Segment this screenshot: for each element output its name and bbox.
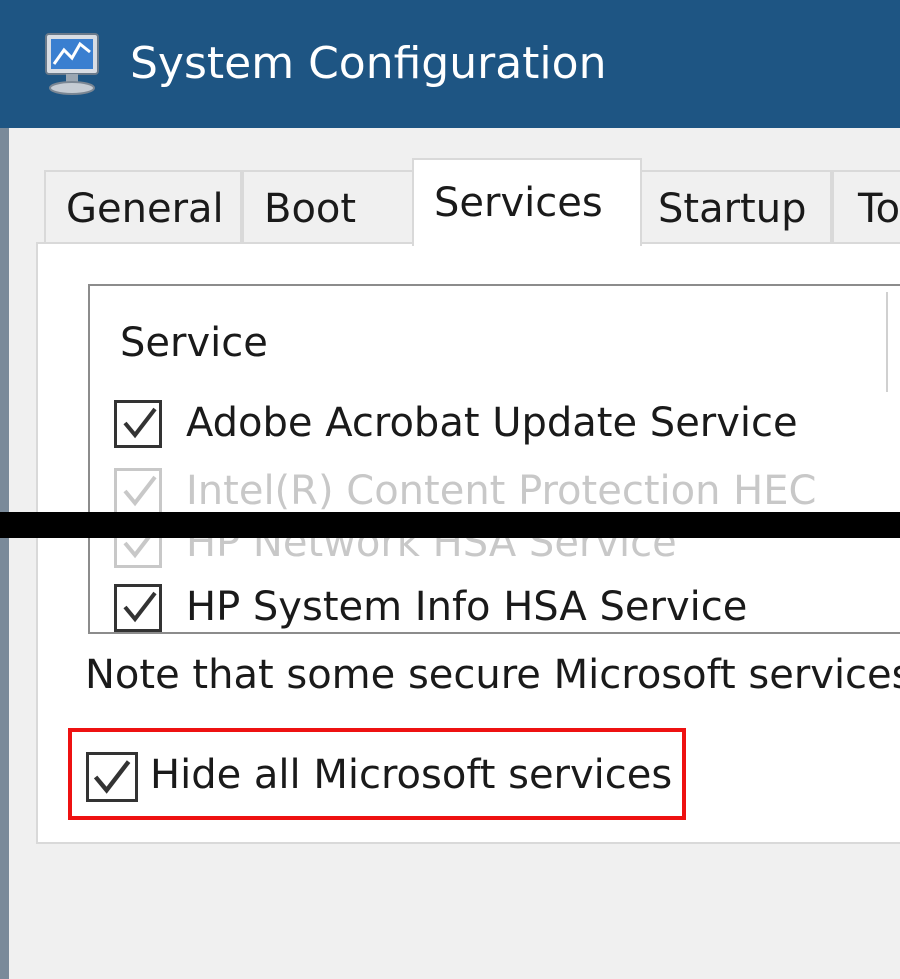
title-bar[interactable]: System Configuration xyxy=(0,0,900,128)
window-left-edge xyxy=(0,0,9,979)
tab-services-label: Services xyxy=(434,180,603,226)
service-row[interactable]: HP System Info HSA Service xyxy=(114,584,894,632)
window-title: System Configuration xyxy=(130,38,607,89)
system-config-monitor-icon xyxy=(40,28,104,98)
tab-general[interactable]: General xyxy=(44,170,242,242)
service-name: Intel(R) Content Protection HEC xyxy=(186,468,817,514)
service-name: Adobe Acrobat Update Service xyxy=(186,400,798,446)
hide-microsoft-services-label[interactable]: Hide all Microsoft services xyxy=(150,752,672,798)
tab-services[interactable]: Services xyxy=(412,158,642,246)
service-row[interactable]: Adobe Acrobat Update Service xyxy=(114,400,894,460)
tab-general-label: General xyxy=(66,186,224,232)
hide-microsoft-services-checkbox[interactable] xyxy=(86,752,138,802)
service-checkbox[interactable] xyxy=(114,584,162,632)
tab-boot[interactable]: Boot xyxy=(242,170,414,242)
note-text: Note that some secure Microsoft services xyxy=(85,652,900,698)
service-name: HP System Info HSA Service xyxy=(186,584,748,630)
redaction-bar xyxy=(0,512,900,538)
system-configuration-window: System Configuration General Boot Servic… xyxy=(0,0,900,979)
tab-tools-label: To xyxy=(858,186,900,232)
tab-boot-label: Boot xyxy=(264,186,357,232)
services-list[interactable]: Service Adobe Acrobat Update Service Int… xyxy=(88,284,900,634)
service-checkbox[interactable] xyxy=(114,468,162,516)
tab-tools[interactable]: To xyxy=(832,170,900,242)
column-divider[interactable] xyxy=(886,292,888,392)
column-header-service[interactable]: Service xyxy=(120,320,268,366)
tab-startup[interactable]: Startup xyxy=(640,170,832,242)
tab-startup-label: Startup xyxy=(658,186,807,232)
service-checkbox[interactable] xyxy=(114,400,162,448)
